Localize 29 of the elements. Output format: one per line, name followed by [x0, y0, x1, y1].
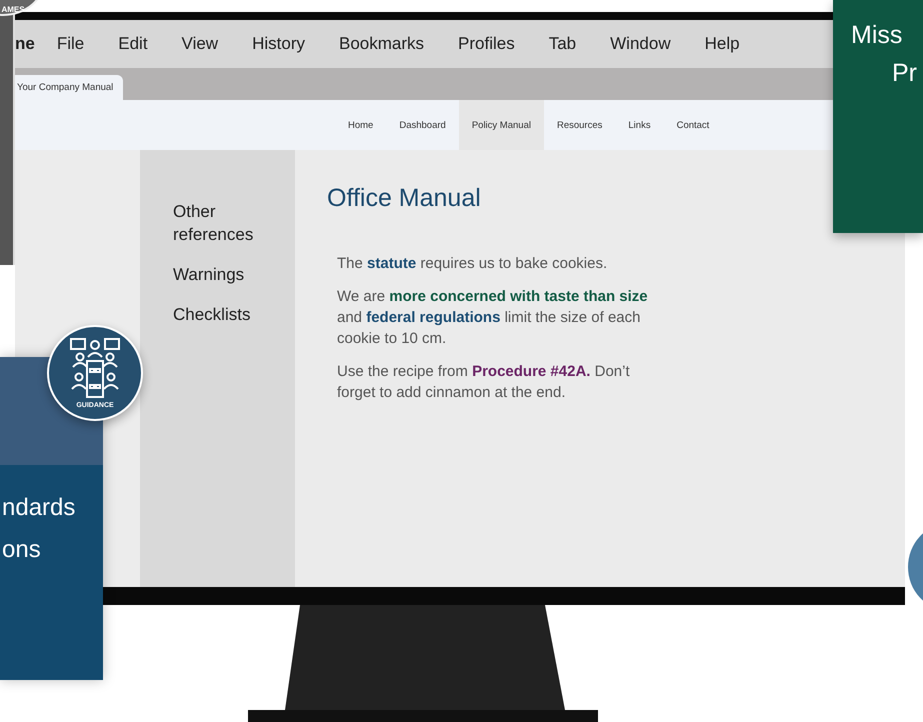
- nav-link[interactable]: Dashboard: [386, 100, 459, 150]
- sidebar-link[interactable]: Warnings: [173, 263, 283, 286]
- menu-item[interactable]: Tab: [548, 34, 576, 54]
- paragraph: We are more concerned with taste than size and federal regulations limit the size of each cookie to 10 cm.: [337, 287, 649, 349]
- nav-link[interactable]: Links: [615, 100, 664, 150]
- menu-item[interactable]: Profiles: [458, 34, 515, 54]
- menu-item[interactable]: History: [252, 34, 305, 54]
- paragraph: Use the recipe from Procedure #42A. Don’t forget to add cinnamon at the end.: [337, 362, 631, 403]
- menu-item[interactable]: Window: [610, 34, 671, 54]
- browser-tab[interactable]: Your Company Manual: [15, 75, 124, 100]
- menu-item[interactable]: Bookmarks: [339, 34, 424, 54]
- sidebar-link[interactable]: Checklists: [173, 303, 283, 326]
- nav-link[interactable]: Policy Manual: [458, 100, 544, 150]
- menu-item[interactable]: File: [56, 34, 84, 54]
- menu-item[interactable]: Help: [704, 34, 740, 54]
- sidebar-link[interactable]: Other references: [173, 200, 283, 246]
- card-text: ons: [2, 535, 42, 565]
- page-title: Office Manual: [327, 184, 482, 213]
- card-text: Miss: [850, 20, 904, 51]
- card-text: Pr: [891, 58, 918, 89]
- nav-link[interactable]: Contact: [664, 100, 722, 150]
- card-text: ndards: [2, 493, 76, 523]
- menu-item[interactable]: Edit: [118, 34, 148, 54]
- menu-item[interactable]: View: [182, 34, 218, 54]
- app-menu[interactable]: ne: [15, 34, 35, 54]
- nav-link[interactable]: Resources: [544, 100, 616, 150]
- meeting-people-icon: [70, 337, 120, 399]
- paragraph: The statute requires us to bake cookies.: [337, 254, 608, 274]
- nav-link[interactable]: Home: [335, 100, 386, 150]
